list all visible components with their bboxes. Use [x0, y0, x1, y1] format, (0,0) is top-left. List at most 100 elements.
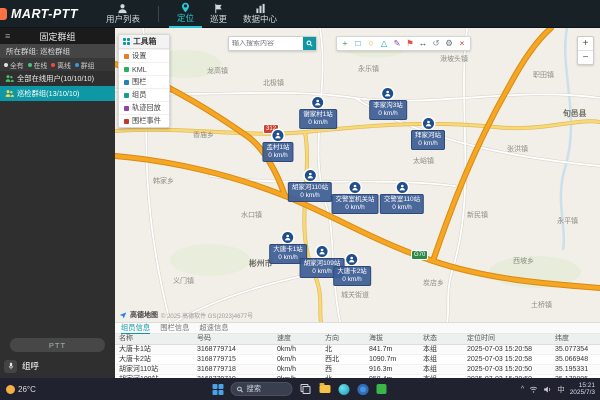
place-label: 永平镇 — [557, 216, 578, 226]
table-cell: 大唐卡1站 — [115, 345, 193, 354]
marker-label: 交警室机关站0 km/h — [332, 194, 379, 214]
zoom-in-button[interactable]: + — [578, 37, 593, 50]
add-marker-tool-icon[interactable]: + — [339, 38, 351, 50]
rect-tool-icon[interactable]: □ — [352, 38, 364, 50]
place-label: 太峪镇 — [413, 156, 434, 166]
tab-data-center[interactable]: 数据中心 — [235, 0, 285, 28]
task-view-icon[interactable] — [300, 383, 312, 395]
filter-group[interactable]: 群组 — [75, 60, 95, 70]
place-label: 水口镇 — [241, 210, 262, 220]
map-marker[interactable]: 李家沟3站0 km/h — [369, 88, 407, 120]
panel-item-track-playback[interactable]: 轨迹回放 — [119, 101, 169, 114]
sidebar-spacer — [0, 101, 115, 338]
map-marker[interactable]: 谢家村1站0 km/h — [299, 97, 337, 129]
tab-positioning[interactable]: 定位 — [169, 0, 202, 28]
table-header: 名称 号码 速度 方向 海拔 状态 定位时间 纬度 — [115, 334, 600, 345]
search-button[interactable] — [303, 37, 316, 50]
ptt-button[interactable]: PTT — [10, 338, 105, 352]
circle-tool-icon[interactable]: ○ — [365, 38, 377, 50]
table-cell: 大唐卡2站 — [115, 355, 193, 364]
panel-item-fence-events[interactable]: 围栏事件 — [119, 114, 169, 127]
member-info-panel: 组员信息 围栏信息 超速信息 名称 号码 速度 方向 海拔 状态 定位时间 纬度… — [115, 322, 600, 378]
toolbox-header[interactable]: 工具箱 — [119, 35, 169, 49]
volume-icon[interactable] — [543, 385, 552, 394]
taskbar-search[interactable]: 搜索 — [231, 382, 293, 396]
marker-label: 胡家河110站0 km/h — [288, 182, 332, 202]
group-icon — [5, 74, 14, 83]
filter-all[interactable]: 全有 — [4, 60, 24, 70]
table-cell: 西 — [321, 365, 365, 374]
start-button[interactable] — [213, 384, 224, 395]
settings-tool-icon[interactable]: ⚙ — [443, 38, 455, 50]
taskbar-center: 搜索 — [213, 382, 388, 396]
group-item-inspection[interactable]: 巡检群组(13/10/10) — [0, 86, 115, 101]
panel-item-fence[interactable]: 围栏 — [119, 75, 169, 88]
input-language-indicator[interactable]: 中 — [557, 384, 565, 395]
tab-patrol[interactable]: 巡更 — [202, 0, 235, 28]
table-cell: 本组 — [419, 345, 463, 354]
filter-all-dot — [4, 63, 8, 67]
info-panel-tabs: 组员信息 围栏信息 超速信息 — [115, 323, 600, 334]
filter-offline[interactable]: 离线 — [51, 60, 71, 70]
clock[interactable]: 15:21 2025/7/3 — [570, 382, 595, 397]
place-label: 城关街道 — [341, 290, 369, 300]
map-marker[interactable]: 大唐卡2站0 km/h — [333, 254, 371, 286]
map-marker[interactable]: 孟村1站0 km/h — [262, 130, 293, 162]
panel-item-members[interactable]: 组员 — [119, 88, 169, 101]
place-label: 永乐镇 — [358, 64, 379, 74]
search-icon — [237, 386, 244, 393]
edge-browser-icon[interactable] — [338, 383, 350, 395]
fence-event-icon — [124, 119, 129, 124]
map-marker[interactable]: 拜家河站0 km/h — [411, 118, 445, 150]
weather-widget[interactable]: 26°C — [6, 385, 36, 394]
map-marker[interactable]: 胡家河110站0 km/h — [288, 170, 332, 202]
group-call-row: 组呼 — [0, 357, 115, 375]
group-item-all-online[interactable]: 全部在线用户(10/10/10) — [0, 71, 115, 86]
map-search-input[interactable] — [229, 40, 303, 47]
polygon-tool-icon[interactable]: △ — [378, 38, 390, 50]
table-cell: 3168779715 — [193, 355, 273, 364]
filter-offline-dot — [51, 63, 55, 67]
place-label: 义门镇 — [173, 276, 194, 286]
map-marker[interactable]: 交警室110站0 km/h — [380, 182, 424, 214]
filter-online[interactable]: 在线 — [28, 60, 48, 70]
wifi-icon[interactable] — [529, 385, 538, 394]
place-label: 旬邑县 — [563, 108, 586, 119]
undo-tool-icon[interactable]: ↺ — [430, 38, 442, 50]
group-call-button[interactable]: 组呼 — [22, 360, 39, 372]
table-cell: 35.195331 — [551, 365, 600, 374]
file-explorer-icon[interactable] — [319, 383, 331, 395]
flag-tool-icon[interactable]: ⚑ — [404, 38, 416, 50]
place-label: 西坡乡 — [513, 256, 534, 266]
panel-item-kml[interactable]: KML — [119, 62, 169, 75]
tab-overspeed-info[interactable]: 超速信息 — [199, 323, 228, 333]
map-pin-icon — [180, 2, 191, 13]
table-cell: 0km/h — [273, 355, 321, 364]
table-row[interactable]: 大唐卡1站 3168779714 0km/h 北 841.7m 本组 2025-… — [115, 345, 600, 355]
flag-icon — [213, 3, 224, 14]
table-row[interactable]: 大唐卡2站 3168779715 0km/h 西北 1090.7m 本组 202… — [115, 355, 600, 365]
column-header: 速度 — [273, 334, 321, 344]
panel-item-settings[interactable]: 设置 — [119, 49, 169, 62]
browser-app-icon[interactable] — [357, 383, 369, 395]
tray-expand-icon[interactable]: ^ — [521, 386, 524, 393]
column-header: 定位时间 — [463, 334, 551, 344]
tab-member-info[interactable]: 组员信息 — [121, 323, 150, 334]
measure-tool-icon[interactable]: ↔ — [417, 38, 429, 50]
group-sidebar: ≡ 固定群组 所在群组: 巡检群组 全有 在线 离线 群组 全部在 — [0, 28, 115, 378]
app-logo-text: MART-PTT — [11, 7, 78, 21]
user-list-button[interactable]: 用户列表 — [98, 0, 148, 28]
clear-tool-icon[interactable]: × — [456, 38, 468, 50]
dispatch-app-icon[interactable] — [376, 383, 388, 395]
search-icon — [306, 40, 313, 47]
tab-fence-info[interactable]: 围栏信息 — [160, 323, 189, 333]
column-header: 海拔 — [365, 334, 419, 344]
microphone-icon[interactable] — [4, 360, 17, 373]
marker-label: 交警室110站0 km/h — [380, 194, 424, 214]
zoom-out-button[interactable]: − — [578, 50, 593, 64]
map-marker[interactable]: 交警室机关站0 km/h — [332, 182, 379, 214]
menu-icon[interactable]: ≡ — [5, 31, 10, 41]
map-canvas[interactable]: 底庙镇 龙高镇 北极镇 永乐镇 湫坡头镇 职田镇 旬邑县 张洪镇 太峪镇 香庙乡… — [115, 28, 600, 322]
table-row[interactable]: 胡家河110站 3168779718 0km/h 西 916.3m 本组 202… — [115, 365, 600, 375]
draw-tool-icon[interactable]: ✎ — [391, 38, 403, 50]
